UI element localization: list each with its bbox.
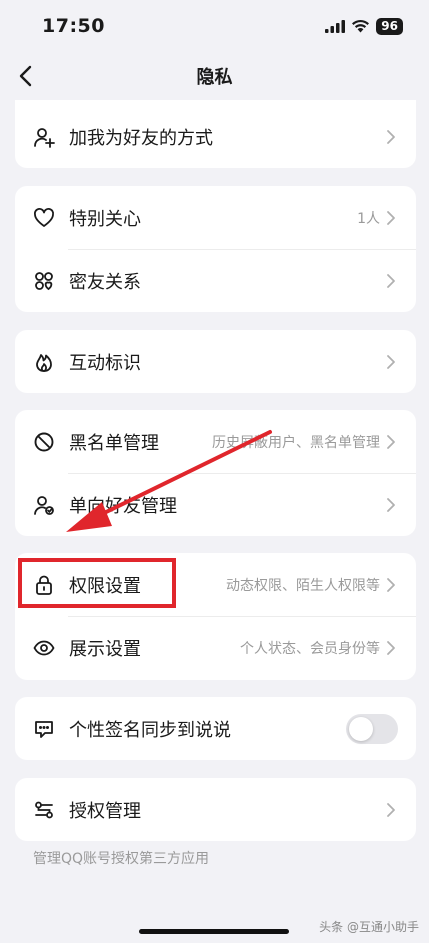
row-display-settings[interactable]: 展示设置 个人状态、会员身份等	[15, 616, 416, 680]
signature-sync-toggle[interactable]	[346, 713, 398, 744]
chevron-right-icon	[386, 640, 398, 656]
row-label: 密友关系	[69, 271, 141, 293]
row-auth-management[interactable]: 授权管理	[15, 778, 416, 841]
row-blacklist[interactable]: 黑名单管理 历史屏蔽用户、黑名单管理	[15, 410, 416, 473]
row-value: 1人	[357, 210, 380, 227]
card-block: 黑名单管理 历史屏蔽用户、黑名单管理 单向好友管理	[15, 410, 416, 536]
row-one-way-friend[interactable]: 单向好友管理	[15, 473, 416, 536]
card-add-friend: 加我为好友的方式	[15, 100, 416, 168]
highlight-box	[18, 558, 176, 608]
row-add-friend-method[interactable]: 加我为好友的方式	[15, 100, 416, 168]
chevron-left-icon	[19, 65, 32, 87]
row-label: 互动标识	[69, 352, 141, 374]
heart-icon	[33, 207, 55, 229]
row-label: 个性签名同步到说说	[69, 719, 231, 741]
flame-icon	[33, 351, 55, 373]
message-icon	[33, 718, 55, 740]
chevron-right-icon	[386, 210, 398, 226]
row-value: 历史屏蔽用户、黑名单管理	[212, 434, 380, 451]
battery-indicator: 96	[376, 17, 403, 35]
row-special-care[interactable]: 特别关心 1人	[15, 186, 416, 249]
status-bar: 17:50 96	[0, 0, 429, 52]
chevron-right-icon	[386, 577, 398, 593]
auth-footnote: 管理QQ账号授权第三方应用	[33, 851, 210, 867]
page-title: 隐私	[196, 67, 233, 88]
home-indicator	[139, 929, 289, 934]
chevron-right-icon	[386, 802, 398, 818]
chevron-right-icon	[386, 354, 398, 370]
wifi-icon	[352, 19, 370, 33]
back-button[interactable]	[10, 61, 40, 91]
watermark: 头条 @互通小助手	[319, 920, 419, 934]
row-label: 黑名单管理	[69, 432, 159, 454]
row-close-friend[interactable]: 密友关系	[15, 249, 416, 312]
card-signature: 个性签名同步到说说	[15, 697, 416, 760]
chevron-right-icon	[386, 129, 398, 145]
chevron-right-icon	[386, 434, 398, 450]
auth-icon	[33, 799, 55, 821]
row-value: 个人状态、会员身份等	[240, 641, 380, 657]
nav-bar: 隐私	[0, 52, 429, 100]
status-time: 17:50	[42, 15, 105, 37]
block-icon	[33, 431, 55, 453]
signal-icon	[325, 19, 346, 33]
card-relationships: 特别关心 1人 密友关系	[15, 186, 416, 312]
status-icons: 96	[325, 17, 403, 35]
row-label: 单向好友管理	[69, 495, 177, 517]
chevron-right-icon	[386, 497, 398, 513]
chevron-right-icon	[386, 273, 398, 289]
row-label: 加我为好友的方式	[69, 128, 213, 149]
row-value: 动态权限、陌生人权限等	[226, 577, 380, 594]
toggle-knob	[349, 716, 373, 741]
card-interaction: 互动标识	[15, 330, 416, 393]
row-signature-sync: 个性签名同步到说说	[15, 697, 416, 760]
row-label: 特别关心	[69, 208, 141, 230]
card-auth: 授权管理	[15, 778, 416, 841]
close-friend-icon	[33, 270, 55, 292]
user-manage-icon	[33, 494, 55, 516]
row-interaction-mark[interactable]: 互动标识	[15, 330, 416, 393]
user-add-icon	[33, 126, 55, 148]
eye-icon	[33, 637, 55, 659]
row-label: 授权管理	[69, 800, 141, 822]
row-label: 展示设置	[69, 639, 141, 660]
